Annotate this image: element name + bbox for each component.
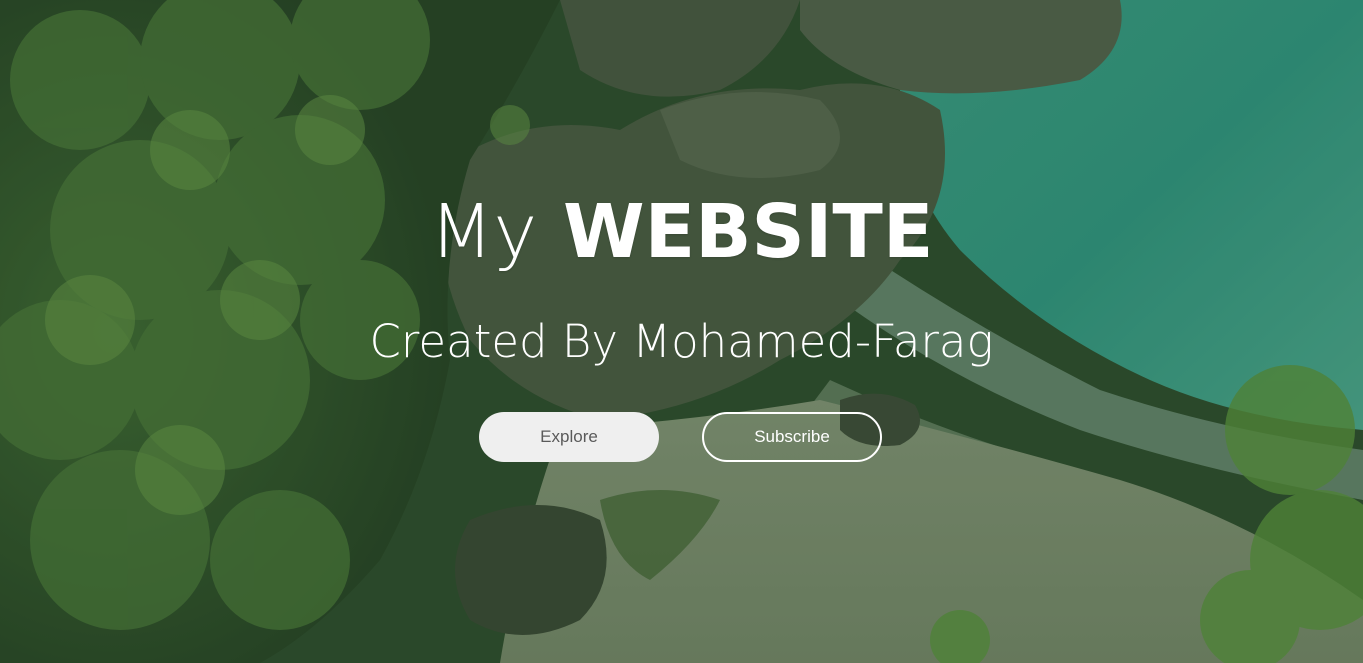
- hero-section: My WEBSITE Created By Mohamed-Farag Expl…: [0, 0, 1363, 663]
- site-title-bold: WEBSITE: [562, 189, 934, 275]
- hero-content: My WEBSITE Created By Mohamed-Farag Expl…: [0, 0, 1363, 663]
- site-title: My WEBSITE: [0, 186, 1363, 278]
- site-title-light: My: [429, 189, 538, 275]
- subscribe-button[interactable]: Subscribe: [702, 412, 882, 462]
- site-subtitle: Created By Mohamed-Farag: [369, 315, 994, 368]
- explore-button[interactable]: Explore: [479, 412, 659, 462]
